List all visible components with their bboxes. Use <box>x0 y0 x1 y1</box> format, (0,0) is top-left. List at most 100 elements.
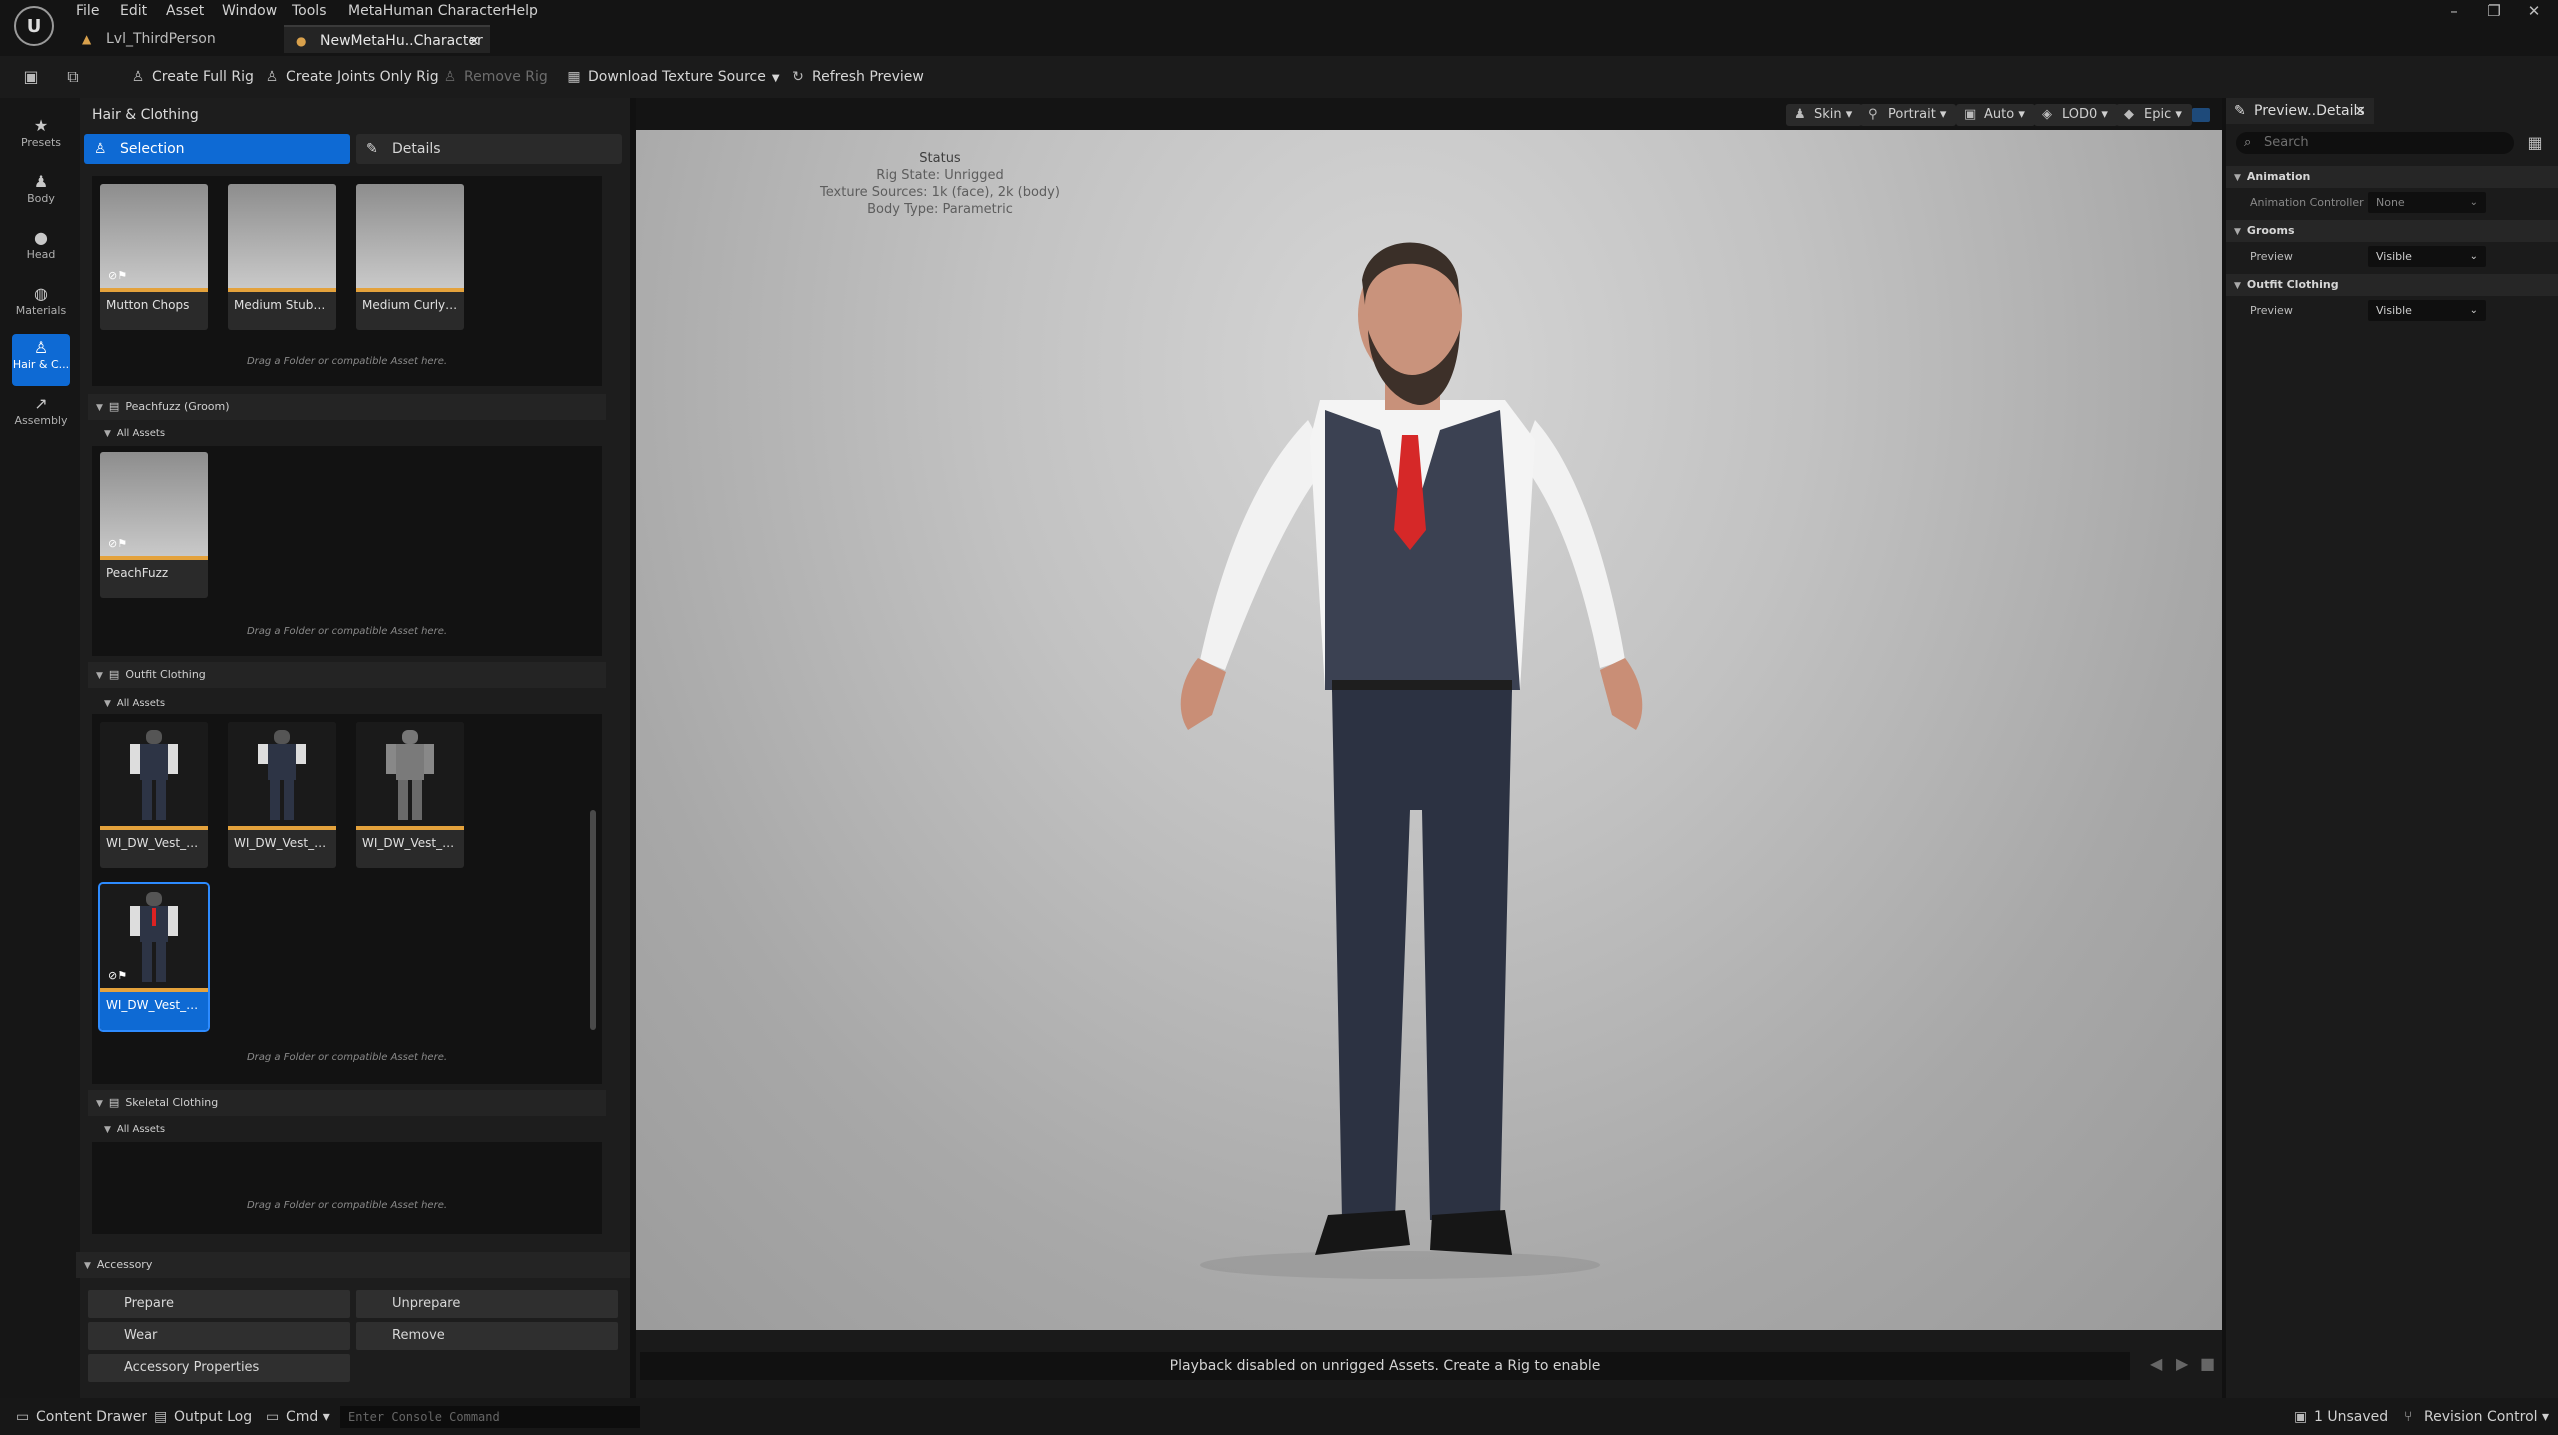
wear-button[interactable]: Wear <box>88 1322 350 1350</box>
outfit-asset-tile-selected[interactable]: ⊘⚑ WI_DW_Vest_Tie... <box>98 882 210 1032</box>
section-peachfuzz[interactable]: ▼ ▤ Peachfuzz (Groom) <box>88 394 606 420</box>
drop-hint: Drag a Folder or compatible Asset here. <box>246 1052 448 1063</box>
revision-control-button[interactable]: ⑂ Revision Control ▾ <box>2400 1404 2550 1430</box>
beard-asset-tile[interactable]: Medium Stubble... <box>228 184 336 330</box>
minimize-icon[interactable]: – <box>2436 0 2472 22</box>
play-icon[interactable]: ▶ <box>2176 1354 2188 1373</box>
viewport-layout-icon[interactable] <box>2192 108 2210 122</box>
lod-button[interactable]: ◈ LOD0 ▾ <box>2034 104 2118 126</box>
tab-lvl-thirdperson[interactable]: ▲ Lvl_ThirdPerson <box>70 25 280 53</box>
table-view-icon[interactable]: ▦ <box>2524 132 2546 154</box>
playback-message: Playback disabled on unrigged Assets. Cr… <box>640 1352 2130 1380</box>
play-reverse-icon[interactable]: ◀ <box>2150 1354 2162 1373</box>
remove-rig-button[interactable]: ♙ Remove Rig <box>436 62 548 92</box>
selection-icon: ♙ <box>94 141 107 157</box>
prepare-button[interactable]: Prepare <box>88 1290 350 1318</box>
head-icon: ● <box>34 228 48 247</box>
grooms-preview-dropdown[interactable]: Visible ⌄ <box>2368 246 2486 267</box>
section-animation[interactable]: ▼ Animation <box>2226 166 2558 188</box>
browse-icon[interactable]: ⧉ <box>60 64 86 90</box>
asset-label: Medium Stubble... <box>234 298 336 312</box>
outfit-asset-tile[interactable]: WI_DW_Vest_Tie... <box>356 722 464 868</box>
skeletal-asset-list <box>92 1142 602 1234</box>
category-assembly[interactable]: ↗ Assembly <box>12 390 70 442</box>
menu-asset[interactable]: Asset <box>166 0 204 22</box>
close-window-icon[interactable]: ✕ <box>2516 0 2552 22</box>
menu-metahuman-character[interactable]: MetaHuman Character <box>348 0 507 22</box>
category-body[interactable]: ♟ Body <box>12 168 70 220</box>
wearable-badge-icon: ⊘⚑ <box>108 969 128 982</box>
collapse-arrow-icon: ▼ <box>104 429 111 439</box>
accessory-properties-button[interactable]: Accessory Properties <box>88 1354 350 1382</box>
section-accessory[interactable]: ▼ Accessory <box>76 1252 630 1278</box>
menu-help[interactable]: Help <box>506 0 538 22</box>
metahuman-character-preview <box>1180 242 1643 1279</box>
menu-window[interactable]: Window <box>222 0 277 22</box>
category-label: Head <box>26 248 56 261</box>
create-joints-only-rig-button[interactable]: ♙ Create Joints Only Rig <box>258 62 444 92</box>
category-head[interactable]: ● Head <box>12 224 70 276</box>
save-icon[interactable]: ▣ <box>18 64 44 90</box>
button-label: Download Texture Source <box>588 69 766 85</box>
create-full-rig-button[interactable]: ♙ Create Full Rig <box>124 62 254 92</box>
menu-tools[interactable]: Tools <box>292 0 327 22</box>
close-tab-icon[interactable]: × <box>468 27 480 55</box>
row-outfit-preview: Preview Visible ⌄ <box>2226 298 2558 324</box>
all-assets-group[interactable]: ▼ All Assets <box>96 424 165 444</box>
beard-asset-tile[interactable]: ⊘⚑ Mutton Chops <box>100 184 208 330</box>
section-grooms[interactable]: ▼ Grooms <box>2226 220 2558 242</box>
animation-controller-dropdown[interactable]: None ⌄ <box>2368 192 2486 213</box>
content-drawer-button[interactable]: ▭ Content Drawer <box>12 1404 147 1430</box>
hair-icon: ♙ <box>33 338 49 357</box>
unsaved-indicator[interactable]: ▣ 1 Unsaved <box>2290 1404 2388 1430</box>
beard-asset-tile[interactable]: Medium Curly Be... <box>356 184 464 330</box>
button-label: Skin <box>1814 107 1842 122</box>
details-search-input[interactable]: ⌕ Search <box>2236 132 2514 154</box>
tab-selection[interactable]: ♙ Selection <box>84 134 350 164</box>
all-assets-group[interactable]: ▼ All Assets <box>96 1120 165 1140</box>
camera-portrait-button[interactable]: ⚲ Portrait ▾ <box>1860 104 1957 126</box>
section-label: Peachfuzz (Groom) <box>125 400 230 413</box>
section-skeletal-clothing[interactable]: ▼ ▤ Skeletal Clothing <box>88 1090 606 1116</box>
remove-button[interactable]: Remove <box>356 1322 618 1350</box>
category-hair-clothing[interactable]: ♙ Hair & C... <box>12 334 70 386</box>
cmd-dropdown[interactable]: ▭ Cmd ▾ <box>262 1404 334 1430</box>
skin-view-button[interactable]: ♟ Skin ▾ <box>1786 104 1863 126</box>
quality-epic-button[interactable]: ◆ Epic ▾ <box>2116 104 2192 126</box>
category-presets[interactable]: ★ Presets <box>12 112 70 164</box>
menu-file[interactable]: File <box>76 0 99 22</box>
console-command-input[interactable]: Enter Console Command <box>340 1406 640 1428</box>
pencil-icon: ✎ <box>2234 103 2246 119</box>
asset-label: PeachFuzz <box>106 566 169 580</box>
category-materials[interactable]: ◍ Materials <box>12 280 70 332</box>
tab-metahuman-character[interactable]: ● NewMetaHu..Character • × <box>284 25 490 77</box>
outfit-asset-tile[interactable]: WI_DW_Vest_Roll... <box>228 722 336 868</box>
pencil-icon: ✎ <box>366 141 378 157</box>
close-tab-icon[interactable]: × <box>2354 98 2366 124</box>
row-label: Preview <box>2250 304 2293 317</box>
button-label: Remove Rig <box>464 69 548 85</box>
output-log-button[interactable]: ▤ Output Log <box>150 1404 252 1430</box>
chevron-down-icon: ▼ <box>771 73 780 84</box>
download-texture-source-button[interactable]: ▦ Download Texture Source ▼ <box>560 62 779 92</box>
outfit-asset-tile[interactable]: WI_DW_Vest_Outfit <box>100 722 208 868</box>
tab-details[interactable]: ✎ Details <box>356 134 622 164</box>
outfit-preview-dropdown[interactable]: Visible ⌄ <box>2368 300 2486 321</box>
all-assets-group[interactable]: ▼ All Assets <box>96 694 165 714</box>
lighting-auto-button[interactable]: ▣ Auto ▾ <box>1956 104 2035 126</box>
restore-icon[interactable]: ❐ <box>2476 0 2512 22</box>
drop-hint: Drag a Folder or compatible Asset here. <box>246 1200 448 1211</box>
unreal-logo-icon[interactable]: U <box>14 6 54 46</box>
refresh-preview-button[interactable]: ↻ Refresh Preview <box>784 62 924 92</box>
section-outfit-clothing[interactable]: ▼ ▤ Outfit Clothing <box>88 662 606 688</box>
outfit-thumbnail: ⊘⚑ <box>100 884 208 988</box>
scrollbar-thumb[interactable] <box>590 810 596 1030</box>
menu-edit[interactable]: Edit <box>120 0 147 22</box>
collapse-arrow-icon: ▼ <box>2234 173 2241 183</box>
location-icon: ⚲ <box>1868 107 1878 122</box>
peachfuzz-asset-tile[interactable]: ⊘⚑ PeachFuzz <box>100 452 208 598</box>
section-outfit-clothing-details[interactable]: ▼ Outfit Clothing <box>2226 274 2558 296</box>
unprepare-button[interactable]: Unprepare <box>356 1290 618 1318</box>
tab-preview-details[interactable]: ✎ Preview..Details × <box>2226 98 2374 124</box>
stop-icon[interactable]: ■ <box>2200 1354 2215 1373</box>
